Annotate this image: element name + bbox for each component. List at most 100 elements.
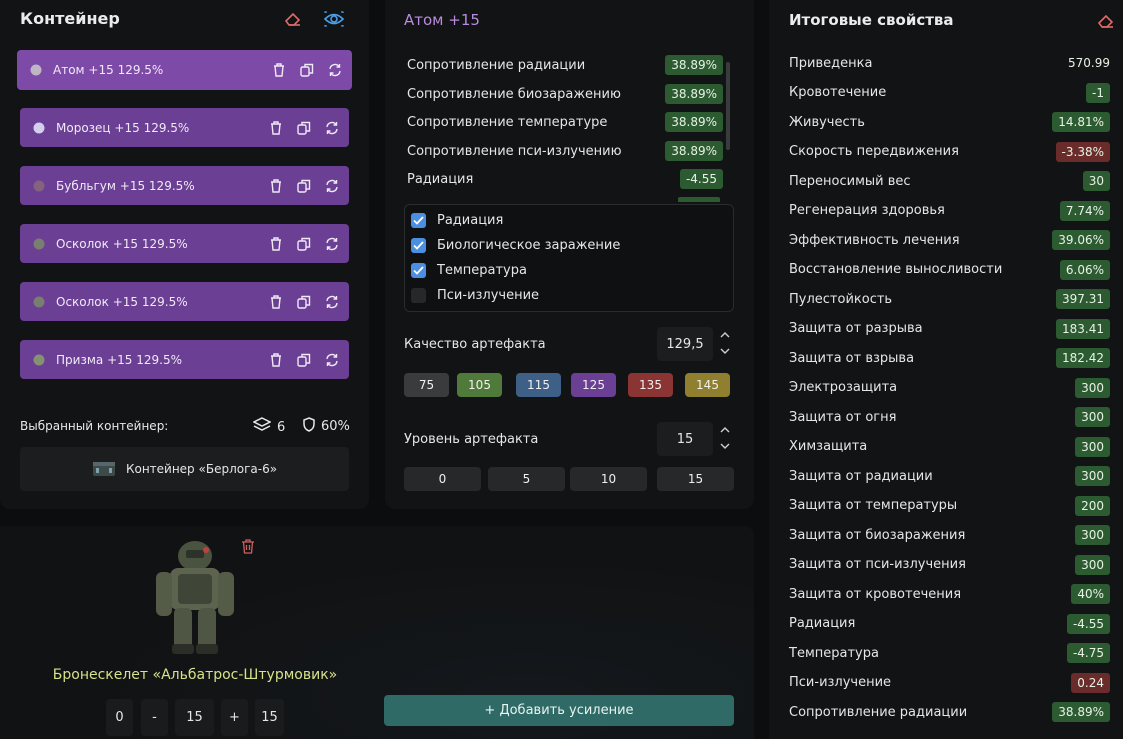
total-value: -3.38% (1055, 141, 1110, 162)
total-value: 300 (1075, 466, 1110, 486)
property-value: -4.55 (679, 169, 723, 189)
total-name: Пси-излучение (789, 675, 892, 690)
level-preset-button[interactable]: 10 (570, 467, 647, 491)
copy-icon[interactable] (296, 294, 311, 309)
armor-level-input[interactable]: 15 (175, 699, 214, 736)
quality-input[interactable]: 129,5 (657, 327, 713, 361)
total-name: Защита от радиации (789, 468, 933, 484)
level-plus-button[interactable]: + (221, 699, 248, 736)
artifact-row[interactable]: Морозец +15 129.5% (20, 108, 349, 147)
total-row: Живучесть 14.81% (789, 110, 1110, 134)
quality-preset-button[interactable]: 75 (404, 373, 449, 397)
container-title: Контейнер (20, 9, 120, 28)
total-name: Защита от взрыва (789, 350, 915, 366)
copy-icon[interactable] (296, 236, 311, 251)
property-scrollbar[interactable] (726, 62, 730, 150)
artifact-label: Атом +15 129.5% (53, 63, 271, 77)
total-value: 570.99 (1068, 56, 1110, 70)
add-upgrade-button[interactable]: + Добавить усиление (384, 695, 734, 726)
checkbox-label: Пси-излучение (437, 287, 540, 303)
armor-panel: Бронескелет «Альбатрос-Штурмовик» 0 - 15… (0, 526, 754, 739)
effect-filter-option[interactable]: Пси-излучение (411, 284, 539, 306)
quality-down-icon[interactable] (719, 346, 731, 356)
checkbox[interactable] (411, 237, 426, 253)
total-value: 200 (1075, 495, 1110, 516)
artifact-row[interactable]: Осколок +15 129.5% (20, 282, 349, 321)
protection-stat: 60% (303, 417, 350, 436)
quality-label: Качество артефакта (404, 337, 546, 352)
eraser-icon[interactable] (282, 8, 304, 30)
level-preset-button[interactable]: 15 (657, 467, 734, 491)
refresh-icon[interactable] (324, 352, 339, 367)
level-max-button[interactable]: 15 (255, 699, 284, 736)
level-min-button[interactable]: 0 (106, 699, 133, 736)
level-down-icon[interactable] (719, 441, 731, 451)
level-preset-button[interactable]: 5 (488, 467, 565, 491)
copy-icon[interactable] (296, 352, 311, 367)
artifact-actions (268, 294, 339, 309)
copy-icon[interactable] (299, 63, 314, 78)
property-value: 38.89% (665, 112, 723, 132)
quality-preset-button[interactable]: 145 (685, 373, 730, 397)
quality-preset-button[interactable]: 135 (628, 373, 673, 397)
total-value: 300 (1075, 554, 1110, 575)
level-up-icon[interactable] (719, 425, 731, 435)
artifact-row[interactable]: Бубльгум +15 129.5% (20, 166, 349, 205)
total-row: Температура -4.75 (789, 641, 1110, 665)
artifact-row[interactable]: Атом +15 129.5% (17, 50, 352, 90)
total-row: Защита от взрыва 182.42 (789, 346, 1110, 370)
level-preset-button[interactable]: 0 (404, 467, 481, 491)
trash-icon[interactable] (268, 120, 283, 135)
total-row: Защита от радиации 300 (789, 464, 1110, 488)
trash-icon[interactable] (271, 63, 286, 78)
totals-title: Итоговые свойства (789, 11, 954, 29)
trash-icon[interactable] (268, 178, 283, 193)
total-row: Переносимый вес 30 (789, 169, 1110, 193)
level-minus-button[interactable]: - (141, 699, 168, 736)
trash-icon[interactable] (268, 294, 283, 309)
checkbox[interactable] (411, 287, 426, 303)
trash-icon[interactable] (268, 236, 283, 251)
total-name: Защита от кровотечения (789, 586, 962, 602)
refresh-icon[interactable] (324, 294, 339, 309)
total-value: 39.06% (1052, 230, 1110, 250)
total-value: -4.55 (1066, 613, 1110, 634)
total-value: 6.06% (1059, 259, 1110, 280)
artifact-row[interactable]: Призма +15 129.5% (20, 340, 349, 379)
refresh-icon[interactable] (324, 120, 339, 135)
total-row: Регенерация здоровья 7.74% (789, 199, 1110, 223)
quality-preset-button[interactable]: 125 (571, 373, 616, 397)
copy-icon[interactable] (296, 178, 311, 193)
artifact-label: Морозец +15 129.5% (56, 121, 268, 135)
artifact-quality: 129.5% (141, 294, 188, 309)
artifact-row[interactable]: Осколок +15 129.5% (20, 224, 349, 263)
container-select-button[interactable]: Контейнер «Берлога-6» (20, 447, 349, 491)
total-name: Защита от огня (789, 409, 897, 425)
quality-preset-button[interactable]: 115 (516, 373, 561, 397)
effect-filter-option[interactable]: Биологическое заражение (411, 234, 620, 256)
property-name: Сопротивление температуре (407, 114, 608, 130)
eye-icon[interactable] (323, 8, 345, 30)
total-value: 182.42 (1056, 348, 1110, 368)
level-input[interactable]: 15 (657, 422, 713, 456)
total-row: Пси-излучение 0.24 (789, 671, 1110, 695)
checkbox[interactable] (411, 212, 426, 228)
quality-up-icon[interactable] (719, 330, 731, 340)
artifact-quality: 129.5% (141, 236, 188, 251)
eraser-icon[interactable] (1095, 10, 1117, 32)
effect-filter-option[interactable]: Радиация (411, 209, 503, 231)
trash-icon[interactable] (268, 352, 283, 367)
effect-filter-option[interactable]: Температура (411, 259, 527, 281)
quality-preset-button[interactable]: 105 (457, 373, 502, 397)
refresh-icon[interactable] (324, 178, 339, 193)
container-box-icon (92, 459, 116, 480)
refresh-icon[interactable] (324, 236, 339, 251)
copy-icon[interactable] (296, 120, 311, 135)
total-value: 300 (1075, 377, 1110, 398)
checkbox[interactable] (411, 262, 426, 278)
artifact-name: Осколок (56, 236, 109, 251)
total-name: Электрозащита (789, 380, 898, 395)
delete-armor-icon[interactable] (241, 539, 255, 558)
refresh-icon[interactable] (327, 63, 342, 78)
artifact-icon (30, 235, 47, 252)
